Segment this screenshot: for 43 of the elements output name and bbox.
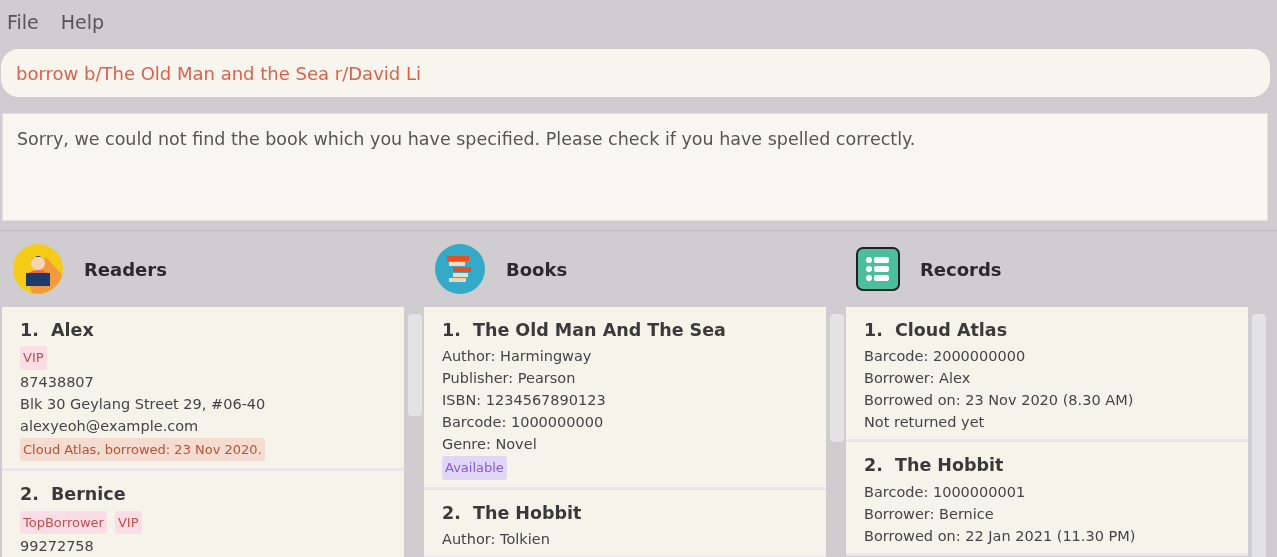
menu-item[interactable]: File <box>7 4 39 40</box>
books-icon <box>434 243 486 295</box>
menu-item[interactable]: Help <box>60 4 105 40</box>
list-card[interactable]: 1. The Old Man And The Sea Author: Harmingway Publisher: Pearson ISBN: 1234567890123 Barcode: 1000000000 Genre: Novel Available <box>424 307 826 490</box>
item-title: 1. The Old Man And The Sea <box>442 319 727 342</box>
detail-text: Borrowed on: 22 Jan 2021 (11.30 PM) <box>864 527 1136 544</box>
detail-text: Blk 30 Geylang Street 29, #06-40 <box>20 395 266 412</box>
detail-text: Author: Harmingway <box>442 348 592 365</box>
detail-text: Borrower: Bernice <box>864 505 994 522</box>
detail-text: Genre: Novel <box>442 436 537 453</box>
detail-text: Barcode: 2000000000 <box>864 348 1026 365</box>
status-label: Available <box>442 456 507 480</box>
detail-text: Borrowed on: 23 Nov 2020 (8.30 AM) <box>864 392 1134 409</box>
item-title: 1. Alex <box>20 319 95 342</box>
list-card[interactable]: 1. Cloud Atlas Barcode: 2000000000 Borrower: Alex Borrowed on: 23 Nov 2020 (8.30 AM) Not returned yet <box>846 307 1248 443</box>
reader-icon <box>12 243 64 295</box>
tag-label: TopBorrower <box>20 510 107 534</box>
detail-text: Not returned yet <box>864 414 985 431</box>
detail-text: Borrower: Alex <box>864 370 971 387</box>
status-label: Cloud Atlas, borrowed: 23 Nov 2020. <box>20 437 265 462</box>
list-card[interactable]: 2. The Hobbit Author: Tolkien <box>424 489 826 557</box>
detail-text: Publisher: Pearson <box>442 370 576 387</box>
list-card[interactable]: 2. The Hobbit Barcode: 1000000001 Borrower: Bernice Borrowed on: 22 Jan 2021 (11.30 PM) <box>846 442 1248 556</box>
item-title: 2. Bernice <box>20 483 127 507</box>
detail-text: Barcode: 1000000000 <box>442 414 604 431</box>
detail-text: Barcode: 1000000001 <box>864 483 1026 500</box>
detail-text: 99272758 <box>20 538 94 554</box>
detail-text: alexyeoh@example.com <box>20 417 199 434</box>
list-card[interactable]: 2. Bernice TopBorrower VIP 99272758 <box>2 471 404 557</box>
item-title: 2. The Hobbit <box>864 454 1005 478</box>
item-title: 2. The Hobbit <box>442 501 583 525</box>
tag-label: VIP <box>20 346 47 370</box>
detail-text: ISBN: 1234567890123 <box>442 392 606 409</box>
panel-title: Readers <box>84 257 167 282</box>
panel-title: Books <box>506 257 568 282</box>
detail-text: 87438807 <box>20 373 94 390</box>
list-card[interactable]: 1. Alex VIP 87438807 Blk 30 Geylang Street 29, #06-40 alexyeoh@example.com Cloud Atlas, borrowed: 23 Nov 2020. <box>2 307 404 472</box>
list-icon <box>856 247 900 291</box>
detail-text: Author: Tolkien <box>442 531 550 547</box>
panel-title: Records <box>920 257 1002 282</box>
tag-label: VIP <box>114 510 142 534</box>
item-title: 1. Cloud Atlas <box>864 319 1009 342</box>
result-message: Sorry, we could not find the book which you have specified. Please check if you have spelled correctly. <box>2 113 1268 221</box>
